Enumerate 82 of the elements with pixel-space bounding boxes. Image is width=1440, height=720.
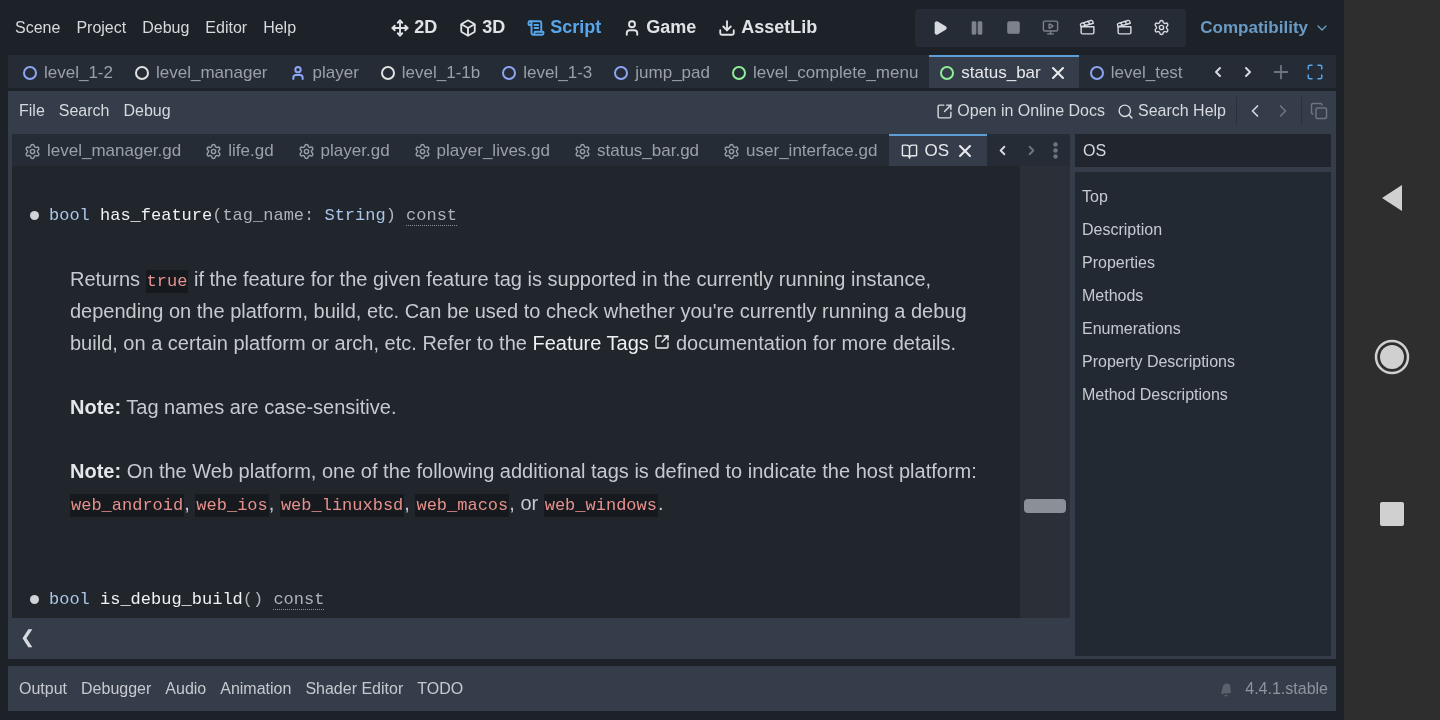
renderer-dropdown[interactable]: Compatibility <box>1194 16 1336 39</box>
menu-item[interactable]: Debug <box>135 14 197 41</box>
scrollbar-thumb[interactable] <box>1024 499 1066 513</box>
script-tab[interactable]: user_interface.gd <box>711 134 890 166</box>
bottom-tab[interactable]: Audio <box>158 675 214 702</box>
feature-tags-link[interactable]: Feature Tags <box>532 332 671 354</box>
external-link-icon <box>654 334 671 350</box>
workspace-button[interactable]: AssetLib <box>710 13 826 42</box>
scene-tab[interactable]: status_bar <box>929 55 1079 88</box>
outline-item[interactable]: Enumerations <box>1082 312 1181 345</box>
scene-tab[interactable]: player <box>278 55 370 88</box>
workspace-button[interactable]: Script <box>519 13 610 42</box>
stop-icon <box>1006 20 1022 35</box>
script-tab[interactable]: status_bar.gd <box>562 134 712 166</box>
menu-item[interactable]: Editor <box>198 14 255 41</box>
script-tab[interactable]: level_manager.gd <box>12 134 194 166</box>
scene-tab[interactable]: level_test <box>1078 55 1194 88</box>
expand-icon <box>1306 62 1324 81</box>
bottom-tab[interactable]: Debugger <box>74 675 159 702</box>
script-tab[interactable]: player.gd <box>285 134 402 166</box>
description-paragraph: Note: Tag names are case-sensitive. <box>70 395 398 420</box>
menu-item[interactable]: Project <box>69 14 134 41</box>
gear-icon <box>723 142 741 160</box>
collapse-arrow[interactable]: ❮ <box>20 626 35 648</box>
gear-icon <box>297 142 315 160</box>
monitor-icon <box>1042 19 1060 36</box>
outline-item[interactable]: Property Descriptions <box>1082 345 1235 378</box>
gear-icon <box>413 142 431 160</box>
bullet-icon <box>30 594 39 604</box>
book-icon <box>901 142 919 160</box>
menu-item[interactable]: File <box>12 98 52 124</box>
download-icon <box>718 18 737 37</box>
bottom-tab[interactable]: TODO <box>410 675 471 702</box>
online-docs-button[interactable]: Open in Online Docs <box>930 98 1111 124</box>
menu-item[interactable]: Help <box>256 14 304 41</box>
windows-icon <box>1310 102 1328 120</box>
workspace-button[interactable]: 2D <box>383 13 446 42</box>
move-icon <box>391 18 410 37</box>
scroll-icon <box>527 18 546 37</box>
scene-tab[interactable]: jump_pad <box>603 55 721 88</box>
outline-item[interactable]: Description <box>1082 213 1163 246</box>
outline-item[interactable]: Method Descriptions <box>1082 378 1228 411</box>
bullet-icon <box>30 210 39 220</box>
description-paragraph: Returns true if the feature for the given feature tag is supported in the currently running instance, depending on the platform, build, etc. Can be used to check whether you're currently running a debug build, on a certain platform or arch, etc. Refer to the Feature Tags documentation for more details. <box>70 267 968 356</box>
outline-item[interactable]: Properties <box>1082 246 1155 279</box>
scene-tab[interactable]: level_manager <box>124 55 279 88</box>
bottom-tab[interactable]: Shader Editor <box>298 675 411 702</box>
external-link-icon <box>936 102 954 120</box>
version-label: 4.4.1.stable <box>1245 679 1328 698</box>
cube-icon <box>459 18 478 37</box>
menu-item[interactable]: Scene <box>8 14 68 41</box>
more-icon <box>1053 141 1058 159</box>
script-tab[interactable]: life.gd <box>193 134 286 166</box>
script-tab[interactable]: player_lives.gd <box>401 134 562 166</box>
home-icon[interactable] <box>1374 339 1410 375</box>
bottom-tab[interactable]: Output <box>12 675 75 702</box>
back-icon[interactable] <box>1380 183 1404 212</box>
recents-icon[interactable] <box>1380 502 1404 527</box>
scene-tab[interactable]: level_1-2 <box>12 55 124 88</box>
method-signature: bool has_feature(tag_name: String) const <box>49 205 458 225</box>
search-help-button[interactable]: Search Help <box>1110 98 1232 124</box>
gear-icon <box>24 142 41 160</box>
scene-tab[interactable]: level_complete_menu <box>720 55 930 88</box>
workspace-button[interactable]: Game <box>615 13 705 42</box>
bottom-tab[interactable]: Animation <box>213 675 299 702</box>
menu-item[interactable]: Search <box>51 98 117 124</box>
gear-icon <box>205 142 223 160</box>
gear-icon <box>574 142 591 160</box>
outline-item[interactable]: Top <box>1082 180 1108 213</box>
clapperboard-icon <box>1079 19 1097 36</box>
workspace-button[interactable]: 3D <box>451 13 514 42</box>
clapperboard-icon <box>1116 19 1134 36</box>
method-signature: bool is_debug_build() const <box>49 589 325 609</box>
menu-item[interactable]: Debug <box>116 98 178 124</box>
gear-icon <box>1153 19 1171 36</box>
outline-item[interactable]: Methods <box>1082 279 1144 312</box>
search-icon <box>1116 102 1134 120</box>
script-tab[interactable]: OS <box>889 134 987 166</box>
scene-tab[interactable]: level_1-1b <box>369 55 492 88</box>
search-field[interactable]: OS <box>1075 134 1331 167</box>
description-paragraph: Note: On the Web platform, one of the following additional tags is defined to indicate the host platform: web_android, web_ios, web_linuxbsd, web_macos, or web_windows. <box>70 459 978 519</box>
scene-tab[interactable]: level_1-3 <box>491 55 604 88</box>
